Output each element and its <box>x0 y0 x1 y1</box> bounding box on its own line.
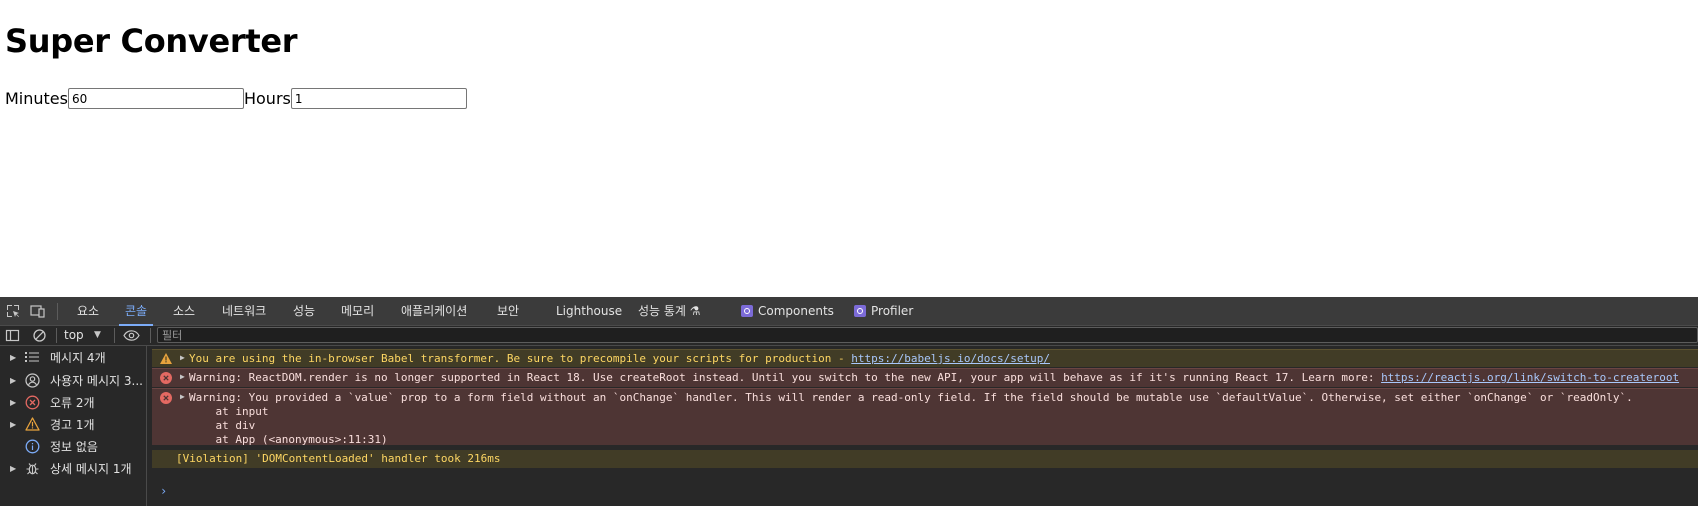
device-toolbar-icon[interactable] <box>30 303 46 319</box>
filter-box[interactable] <box>157 327 1698 343</box>
message-text: [Violation] 'DOMContentLoaded' handler t… <box>176 452 501 465</box>
console-message-warning: ▶ You are using the in-browser Babel tra… <box>152 349 1698 367</box>
context-dropdown-icon[interactable]: ▼ <box>94 326 101 345</box>
console-prompt[interactable]: › <box>160 484 167 498</box>
user-icon <box>24 372 40 388</box>
tab-elements[interactable]: 요소 <box>77 297 99 326</box>
sidebar-item-label: 오류 2개 <box>50 395 95 410</box>
warning-icon <box>24 416 40 432</box>
console-message-error: ▶ Warning: ReactDOM.render is no longer … <box>152 368 1698 387</box>
tab-console[interactable]: 콘솔 <box>118 297 154 326</box>
tab-profiler-label: Profiler <box>871 304 914 318</box>
error-icon <box>160 372 172 384</box>
sidebar-item-messages[interactable]: ▶ 메시지 4개 <box>0 346 147 368</box>
tab-performance-insights[interactable]: 성능 통계 ⚗ <box>638 297 701 326</box>
tab-network[interactable]: 네트워크 <box>222 297 266 326</box>
message-link[interactable]: https://reactjs.org/link/switch-to-creat… <box>1381 371 1679 384</box>
console-sidebar: ▶ 메시지 4개 ▶ 사용자 메시지 3... ▶ 오류 2개 ▶ 경고 1개 … <box>0 346 147 506</box>
sidebar-item-label: 경고 1개 <box>50 417 95 432</box>
sidebar-item-verbose[interactable]: ▶ 상세 메시지 1개 <box>0 457 147 479</box>
sidebar-item-label: 사용자 메시지 3... <box>50 373 143 388</box>
expand-arrow-icon[interactable]: ▶ <box>10 420 24 429</box>
filter-input[interactable] <box>158 328 1697 343</box>
info-icon <box>24 438 40 454</box>
minutes-input[interactable] <box>67 88 244 109</box>
console-message-violation: [Violation] 'DOMContentLoaded' handler t… <box>152 450 1698 468</box>
expand-arrow-icon[interactable]: ▶ <box>10 376 24 385</box>
clear-console-icon[interactable] <box>32 328 47 343</box>
devtools-panel: 요소 콘솔 소스 네트워크 성능 메모리 애플리케이션 보안 Lighthous… <box>0 297 1698 506</box>
tab-components[interactable]: Components <box>741 297 834 326</box>
sidebar-item-user-messages[interactable]: ▶ 사용자 메시지 3... <box>0 369 147 391</box>
tab-security[interactable]: 보안 <box>497 297 519 326</box>
web-page: Super Converter Minutes Hours <box>0 0 1698 297</box>
stack-frame: at App (<anonymous>:11:31) <box>189 433 388 446</box>
message-text: Warning: ReactDOM.render is no longer su… <box>189 371 1382 384</box>
context-selector[interactable]: top <box>64 326 84 345</box>
expand-arrow-icon[interactable]: ▶ <box>10 353 24 362</box>
message-text: You are using the in-browser Babel trans… <box>189 352 852 365</box>
inspect-element-icon[interactable] <box>5 303 21 319</box>
expand-arrow-icon[interactable]: ▶ <box>180 372 185 381</box>
sidebar-item-errors[interactable]: ▶ 오류 2개 <box>0 391 147 413</box>
hours-input[interactable] <box>290 88 467 109</box>
devtools-tabbar: 요소 콘솔 소스 네트워크 성능 메모리 애플리케이션 보안 Lighthous… <box>0 297 1698 326</box>
sidebar-item-label: 상세 메시지 1개 <box>50 461 132 476</box>
live-expression-eye-icon[interactable] <box>123 328 140 343</box>
expand-arrow-icon[interactable]: ▶ <box>180 353 185 362</box>
error-icon <box>160 392 172 404</box>
sidebar-item-info[interactable]: 정보 없음 <box>0 435 147 457</box>
tab-lighthouse[interactable]: Lighthouse <box>556 297 622 326</box>
toolbar-divider <box>150 328 151 343</box>
react-components-icon <box>741 305 753 317</box>
console-message-error: ▶ Warning: You provided a `value` prop t… <box>152 388 1698 446</box>
expand-arrow-icon[interactable]: ▶ <box>10 398 24 407</box>
tab-profiler[interactable]: Profiler <box>854 297 913 326</box>
converter-form: Minutes Hours <box>5 88 467 109</box>
tab-sources[interactable]: 소스 <box>173 297 195 326</box>
expand-arrow-icon[interactable]: ▶ <box>180 392 185 401</box>
stack-frame: at input <box>189 405 269 418</box>
tab-application[interactable]: 애플리케이션 <box>401 297 467 326</box>
tab-memory[interactable]: 메모리 <box>341 297 374 326</box>
bug-icon <box>24 460 40 476</box>
message-link[interactable]: https://babeljs.io/docs/setup/ <box>851 352 1050 365</box>
console-messages: ▶ You are using the in-browser Babel tra… <box>152 346 1698 506</box>
toolbar-divider <box>114 328 115 343</box>
tab-performance[interactable]: 성능 <box>293 297 315 326</box>
sidebar-toggle-icon[interactable] <box>5 328 20 343</box>
sidebar-item-label: 정보 없음 <box>50 439 98 454</box>
tab-components-label: Components <box>758 304 834 318</box>
hours-label: Hours <box>243 89 291 108</box>
toolbar-divider <box>56 328 57 343</box>
expand-arrow-icon[interactable]: ▶ <box>10 464 24 473</box>
console-toolbar: top ▼ <box>0 326 1698 346</box>
page-title: Super Converter <box>5 22 298 60</box>
warning-icon <box>160 353 172 365</box>
react-profiler-icon <box>854 305 866 317</box>
list-icon <box>24 349 40 365</box>
message-text: Warning: You provided a `value` prop to … <box>189 391 1633 404</box>
sidebar-item-warnings[interactable]: ▶ 경고 1개 <box>0 413 147 435</box>
sidebar-item-label: 메시지 4개 <box>50 350 106 365</box>
stack-frame: at div <box>189 419 256 432</box>
minutes-label: Minutes <box>5 89 68 108</box>
error-icon <box>24 394 40 410</box>
toolbar-divider <box>57 303 58 320</box>
